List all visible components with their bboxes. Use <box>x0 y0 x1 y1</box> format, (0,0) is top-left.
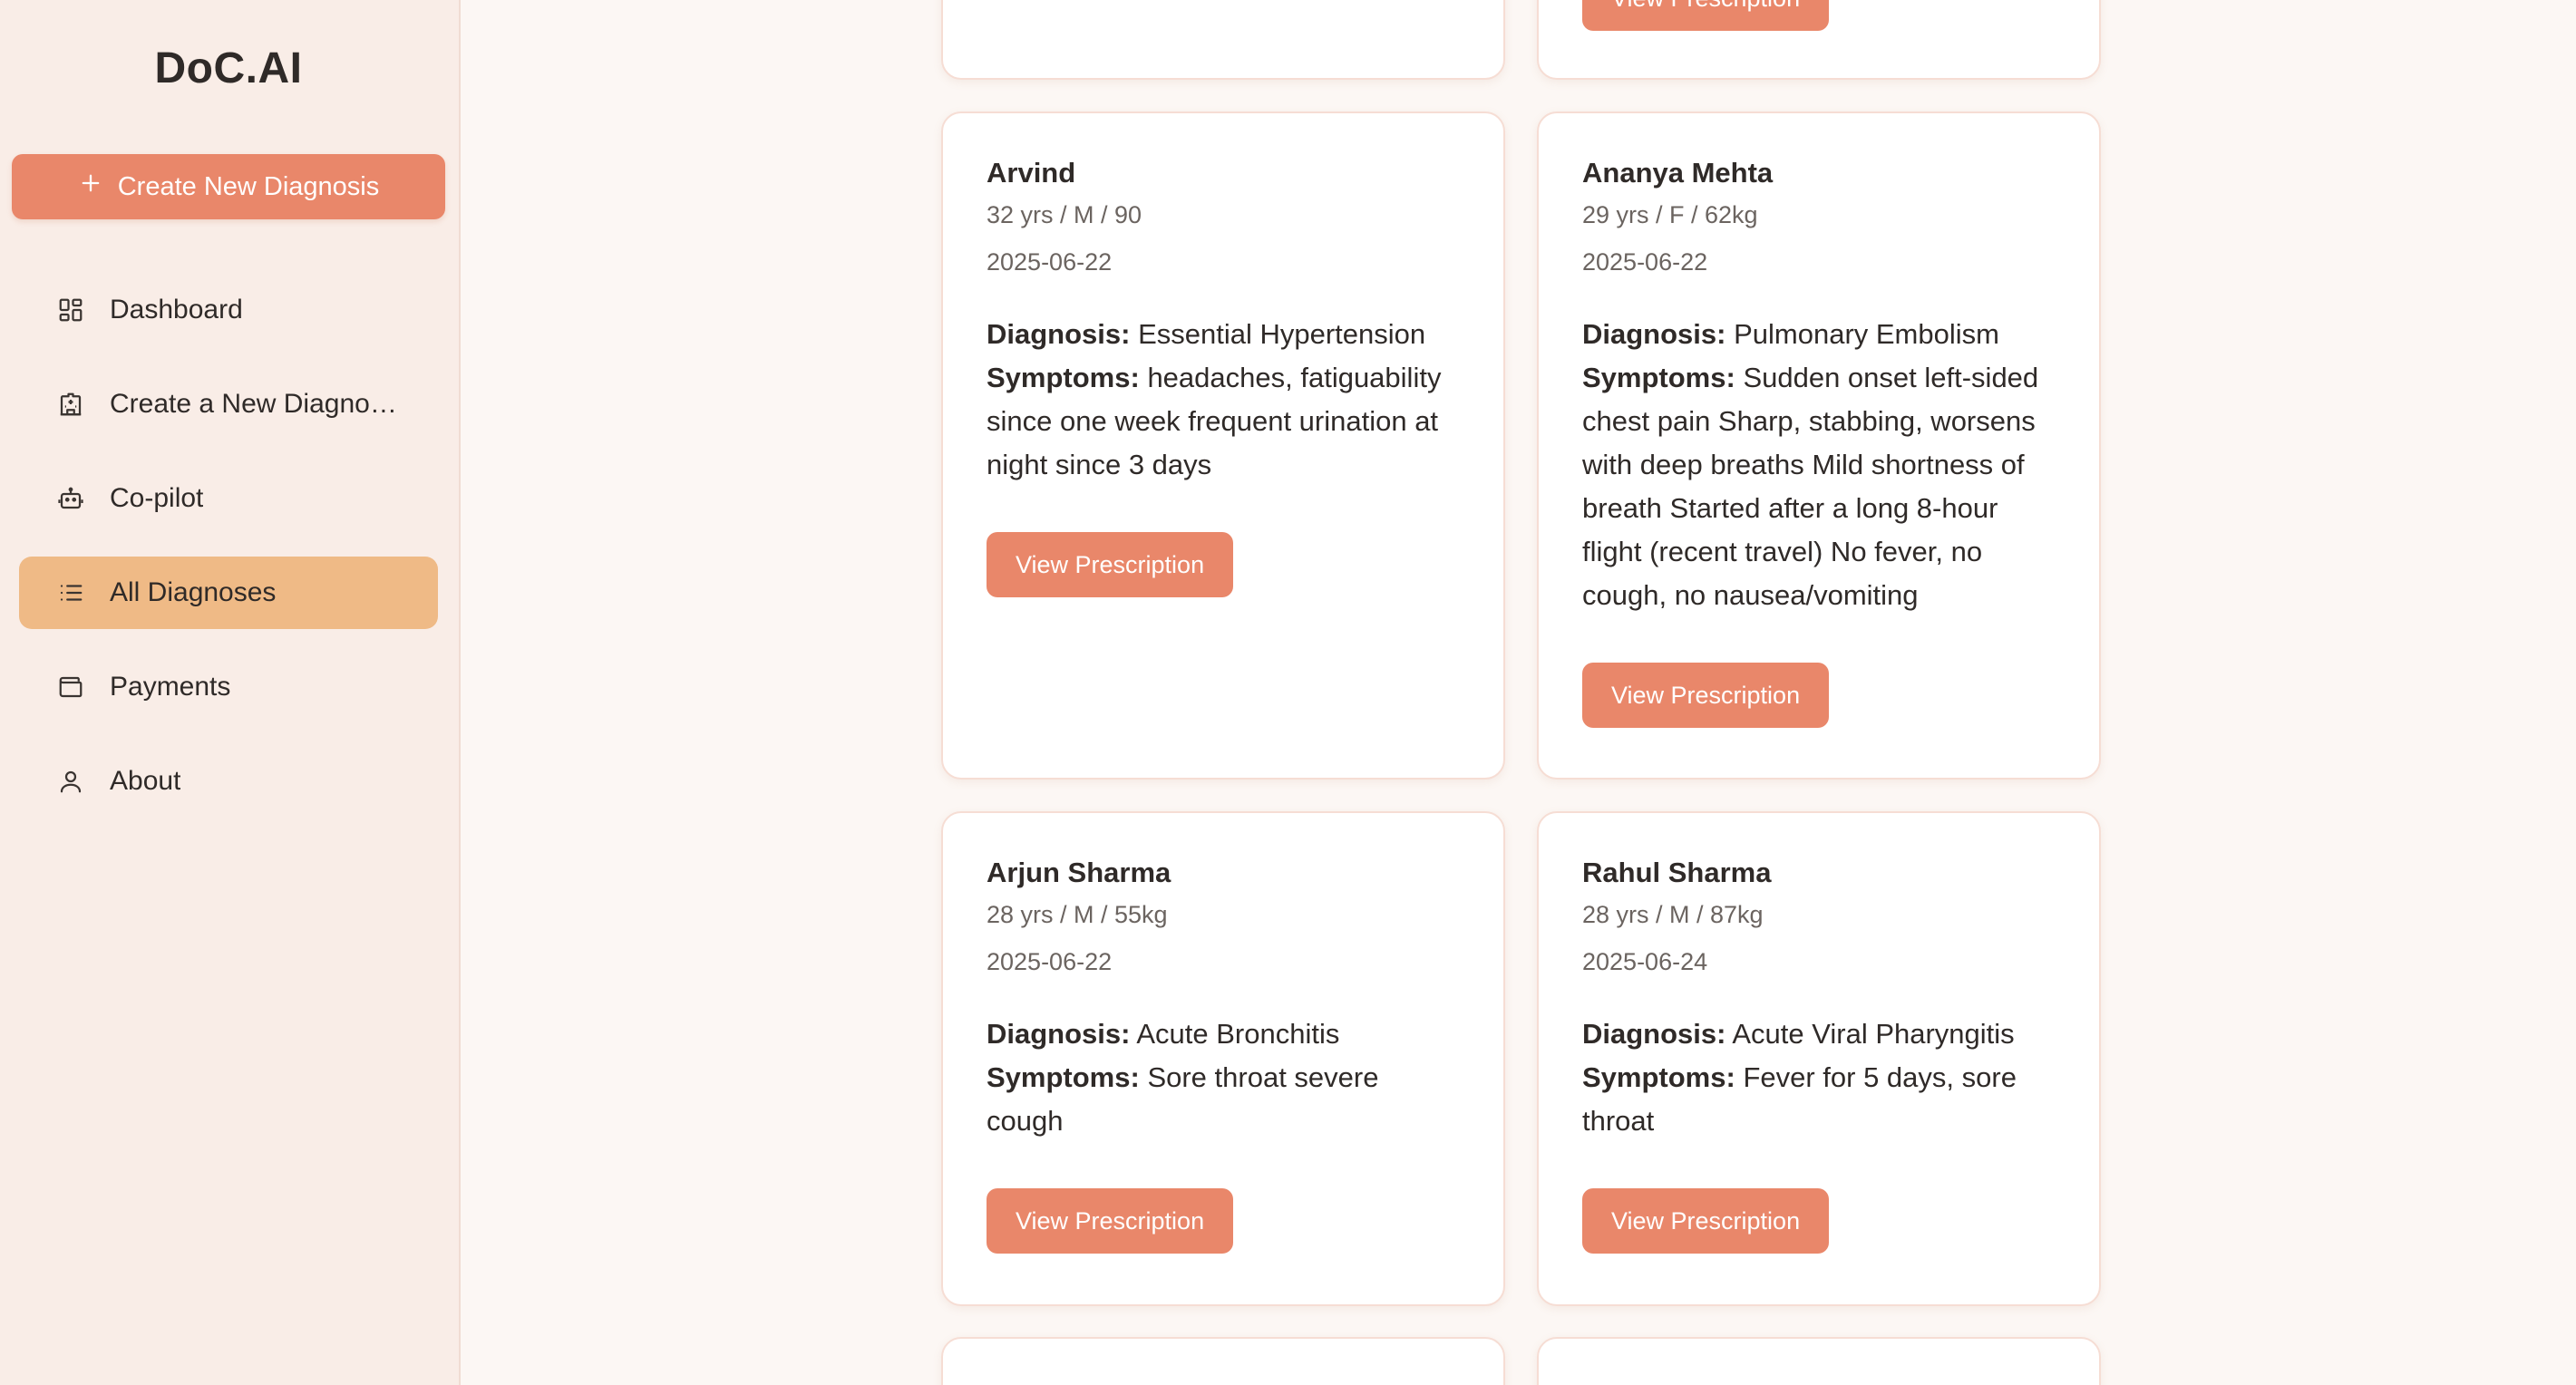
sidebar-item-label: Dashboard <box>110 295 243 324</box>
symptoms-label: Symptoms: <box>987 362 1140 393</box>
diagnosis-details: Diagnosis: Acute Viral Pharyngitis Sympt… <box>1582 1012 2056 1143</box>
sidebar-item-label: About <box>110 766 181 796</box>
wallet-icon <box>55 672 86 702</box>
sidebar-item-label: Co-pilot <box>110 483 204 513</box>
app-root: DoC.AI Create New Diagnosis Dashboard Cr… <box>0 0 2576 1385</box>
view-prescription-button[interactable]: View Prescription <box>987 1188 1234 1254</box>
patient-name: Ananya Mehta <box>1582 157 1774 189</box>
diagnosis-label: Diagnosis: <box>1582 1018 1726 1050</box>
diagnosis-card: Ananya Mehta 29 yrs / F / 62kg 2025-06-2… <box>1537 111 2101 780</box>
symptoms-label: Symptoms: <box>987 1061 1140 1093</box>
sidebar: DoC.AI Create New Diagnosis Dashboard Cr… <box>0 0 461 1385</box>
sidebar-item-about[interactable]: About <box>19 745 438 818</box>
diagnosis-card-partial <box>941 0 1505 80</box>
diagnosis-label: Diagnosis: <box>1582 318 1726 350</box>
diagnosis-date: 2025-06-22 <box>987 248 1113 276</box>
diagnosis-label: Diagnosis: <box>987 1018 1131 1050</box>
diagnosis-value: Pulmonary Embolism <box>1734 318 1999 350</box>
diagnosis-card: Arjun Sharma 28 yrs / M / 55kg 2025-06-2… <box>941 811 1505 1306</box>
patient-meta: 32 yrs / M / 90 <box>987 201 1142 228</box>
sidebar-nav: Dashboard Create a New Diagno… Co-pilot … <box>19 274 438 839</box>
diagnosis-details: Diagnosis: Pulmonary Embolism Symptoms: … <box>1582 313 2056 617</box>
patient-meta: 28 yrs / M / 55kg <box>987 901 1168 928</box>
patient-name: Arjun Sharma <box>987 857 1171 888</box>
list-icon <box>55 577 86 608</box>
diagnosis-label: Diagnosis: <box>987 318 1131 350</box>
sidebar-item-create-diagnosis[interactable]: Create a New Diagno… <box>19 368 438 441</box>
symptoms-label: Symptoms: <box>1582 362 1735 393</box>
diagnosis-date: 2025-06-24 <box>1582 948 1708 975</box>
plus-icon <box>78 170 103 203</box>
create-new-diagnosis-label: Create New Diagnosis <box>117 171 380 201</box>
patient-meta: 29 yrs / F / 62kg <box>1582 201 1758 228</box>
sidebar-item-all-diagnoses[interactable]: All Diagnoses <box>19 557 438 629</box>
diagnosis-date: 2025-06-22 <box>987 948 1113 975</box>
robot-icon <box>55 483 86 514</box>
view-prescription-button[interactable]: View Prescription <box>1582 0 1830 31</box>
view-prescription-button[interactable]: View Prescription <box>1582 663 1830 728</box>
patient-name: Rahul Sharma <box>1582 857 1772 888</box>
diagnosis-card-partial: View Prescription <box>1537 0 2101 80</box>
diagnosis-card-partial <box>1537 1337 2101 1385</box>
patient-meta: 28 yrs / M / 87kg <box>1582 901 1764 928</box>
user-icon <box>55 766 86 797</box>
diagnosis-value: Acute Viral Pharyngitis <box>1732 1018 2015 1050</box>
dashboard-icon <box>55 295 86 325</box>
diagnosis-card-partial <box>941 1337 1505 1385</box>
sidebar-item-payments[interactable]: Payments <box>19 651 438 723</box>
diagnosis-value: Essential Hypertension <box>1138 318 1426 350</box>
diagnosis-details: Diagnosis: Essential Hypertension Sympto… <box>987 313 1460 487</box>
symptoms-value: Sudden onset left-sided chest pain Sharp… <box>1582 362 2039 611</box>
create-new-diagnosis-button[interactable]: Create New Diagnosis <box>12 154 445 219</box>
symptoms-label: Symptoms: <box>1582 1061 1735 1093</box>
patient-name: Arvind <box>987 157 1076 189</box>
diagnosis-value: Acute Bronchitis <box>1136 1018 1340 1050</box>
sidebar-item-label: All Diagnoses <box>110 577 277 607</box>
diagnoses-grid: View Prescription Arvind 32 yrs / M / 90… <box>462 0 2576 1385</box>
diagnosis-card: Arvind 32 yrs / M / 90 2025-06-22 Diagno… <box>941 111 1505 780</box>
hospital-icon <box>55 389 86 420</box>
sidebar-item-label: Create a New Diagno… <box>110 389 397 419</box>
diagnosis-date: 2025-06-22 <box>1582 248 1708 276</box>
diagnosis-card: Rahul Sharma 28 yrs / M / 87kg 2025-06-2… <box>1537 811 2101 1306</box>
sidebar-item-label: Payments <box>110 672 231 702</box>
sidebar-item-dashboard[interactable]: Dashboard <box>19 274 438 346</box>
diagnosis-details: Diagnosis: Acute Bronchitis Symptoms: So… <box>987 1012 1460 1143</box>
view-prescription-button[interactable]: View Prescription <box>1582 1188 1830 1254</box>
brand-logo: DoC.AI <box>154 44 303 92</box>
sidebar-item-copilot[interactable]: Co-pilot <box>19 462 438 535</box>
view-prescription-button[interactable]: View Prescription <box>987 532 1234 597</box>
